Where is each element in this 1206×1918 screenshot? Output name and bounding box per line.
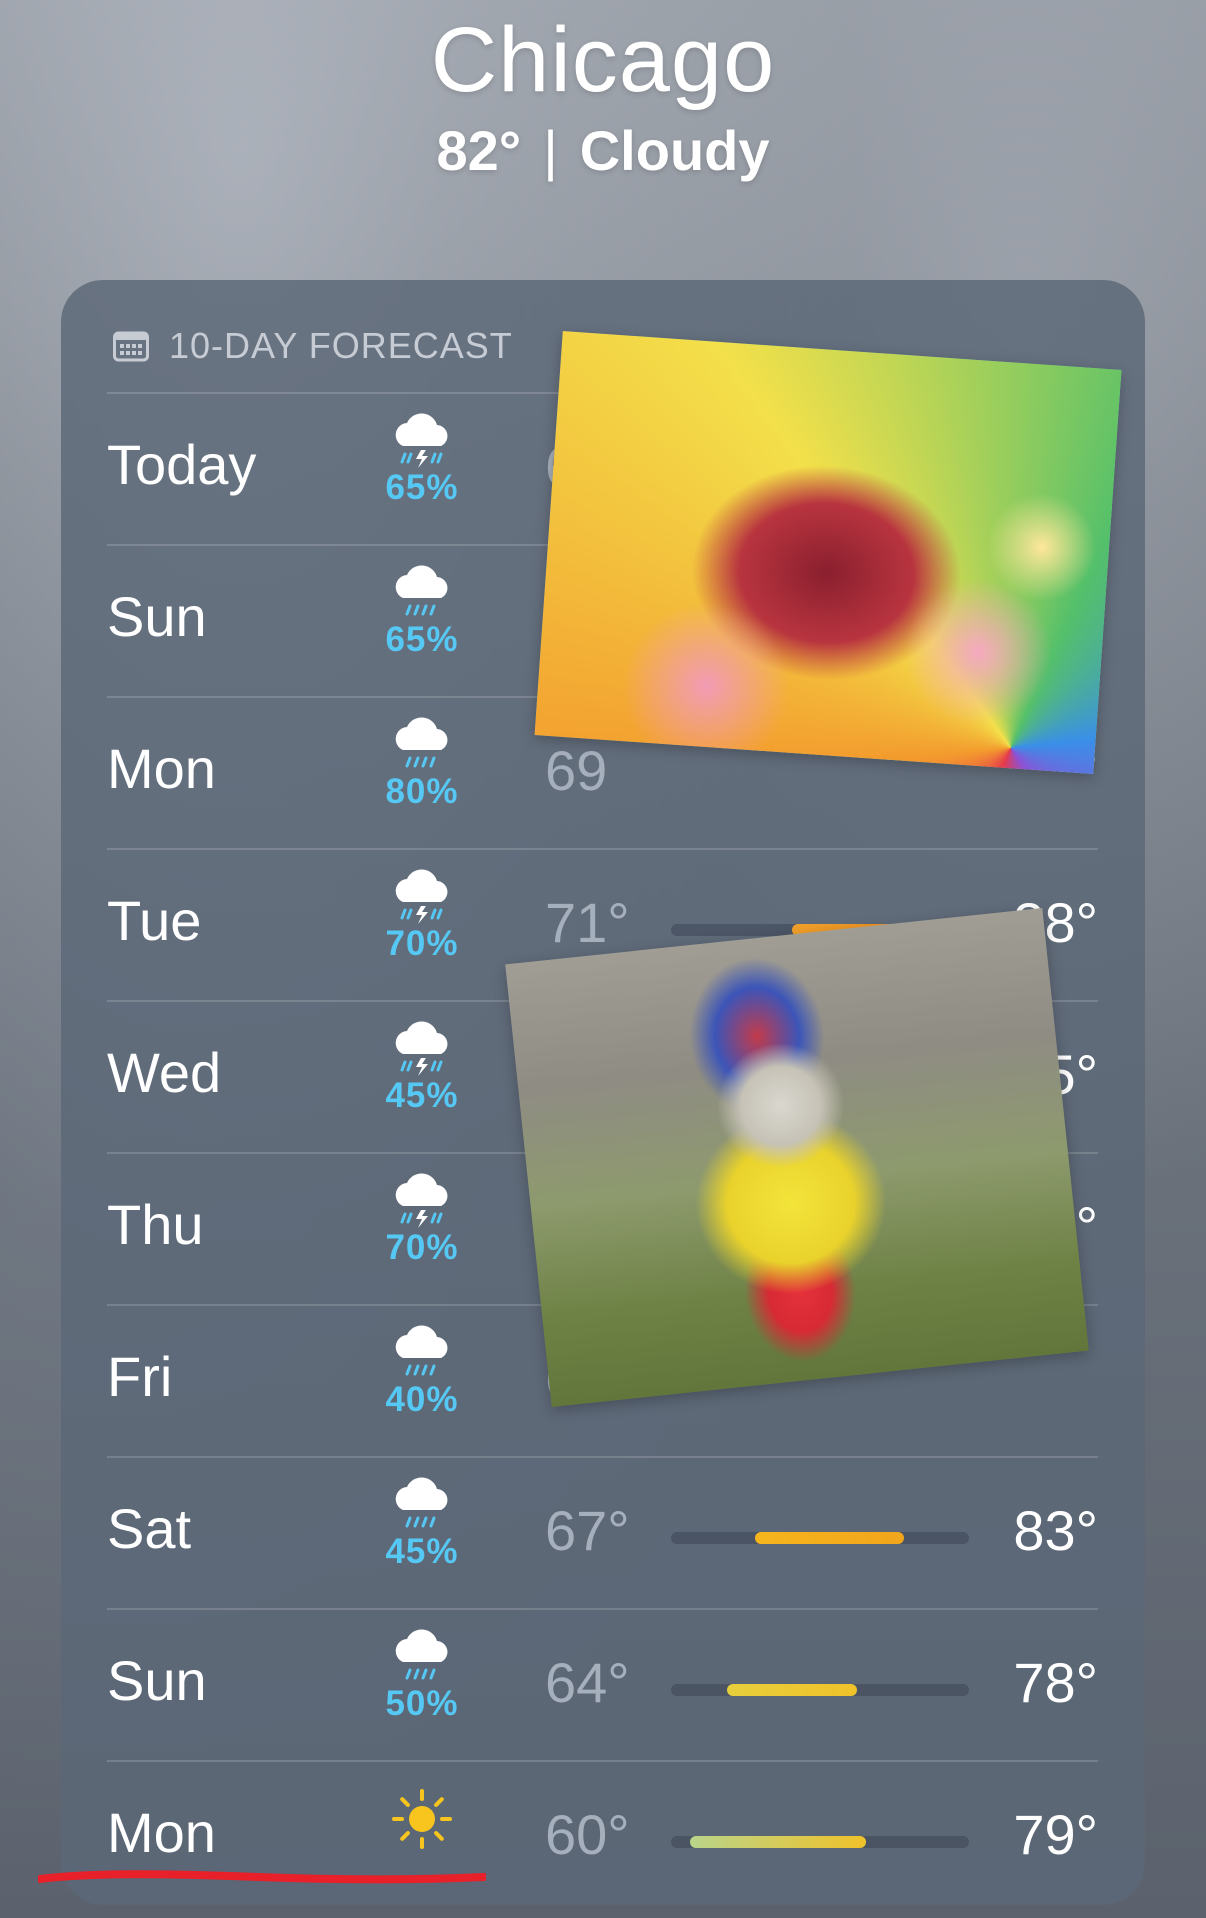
forecast-row[interactable]: Sat 45% 67° 83°	[107, 1456, 1098, 1608]
thunderstorm-icon	[395, 869, 448, 924]
temperature-range-bar	[671, 1836, 969, 1848]
current-temperature: 82°	[436, 119, 522, 182]
low-temperature: 60°	[545, 1803, 630, 1866]
precipitation-chance: 70%	[385, 1228, 459, 1267]
separator: |	[543, 119, 558, 182]
precipitation-chance: 50%	[385, 1684, 459, 1723]
precipitation-chance: 45%	[385, 1532, 459, 1571]
forecast-day-label: Sun	[107, 585, 207, 648]
forecast-day-label: Sun	[107, 1649, 207, 1712]
weather-condition: 65%	[357, 412, 487, 508]
rain-icon	[395, 1325, 448, 1376]
thunderstorm-icon	[395, 1021, 448, 1076]
forecast-day-label: Thu	[107, 1193, 204, 1256]
forecast-row[interactable]: Sun 50% 64° 78°	[107, 1608, 1098, 1760]
red-underline-annotation	[38, 1870, 486, 1884]
weather-condition: 50%	[357, 1628, 487, 1724]
rain-icon	[395, 565, 448, 616]
high-temperature: °	[1075, 1195, 1098, 1258]
temperature-range-fill	[689, 1836, 867, 1848]
precipitation-chance: 45%	[385, 1076, 459, 1115]
forecast-day-label: Tue	[107, 889, 202, 952]
rain-icon	[395, 717, 448, 768]
thunderstorm-icon	[395, 413, 448, 468]
sun-icon	[392, 1789, 452, 1849]
high-temperature: 79°	[1013, 1803, 1098, 1866]
temperature-range-bar	[671, 1532, 969, 1544]
current-conditions: 82° | Cloudy	[0, 118, 1206, 183]
high-temperature: 83°	[1013, 1499, 1098, 1562]
precipitation-chance: 40%	[385, 1380, 459, 1419]
rain-icon	[395, 1629, 448, 1680]
forecast-day-label: Fri	[107, 1345, 173, 1408]
weather-condition: 45%	[357, 1020, 487, 1116]
forecast-day-label: Sat	[107, 1497, 192, 1560]
forecast-title: 10-DAY FORECAST	[169, 325, 513, 366]
weather-condition: 45%	[357, 1476, 487, 1572]
weather-condition	[357, 1784, 487, 1854]
thunderstorm-icon	[395, 1173, 448, 1228]
high-temperature: 78°	[1013, 1651, 1098, 1714]
forecast-day-label: Mon	[107, 737, 216, 800]
weather-condition: 65%	[357, 564, 487, 660]
precipitation-chance: 80%	[385, 772, 459, 811]
forecast-day-label: Mon	[107, 1801, 216, 1864]
low-temperature: 71°	[545, 891, 630, 954]
low-temperature: 64°	[545, 1651, 630, 1714]
city-name: Chicago	[430, 9, 776, 111]
dog-costume-sticker-icon	[505, 907, 1089, 1408]
precipitation-chance: 65%	[385, 468, 459, 507]
temperature-range-fill	[726, 1684, 858, 1696]
low-temperature: 67°	[545, 1499, 630, 1562]
precipitation-chance: 65%	[385, 620, 459, 659]
weather-condition: 40%	[357, 1324, 487, 1420]
temperature-range-bar	[671, 1684, 969, 1696]
forecast-panel-header: 10-DAY FORECAST	[113, 316, 513, 376]
rain-icon	[395, 1477, 448, 1528]
low-temperature: 69	[545, 739, 608, 802]
calendar-icon	[113, 331, 149, 362]
weather-condition: 80%	[357, 716, 487, 812]
temperature-range-fill	[754, 1532, 904, 1544]
precipitation-chance: 70%	[385, 924, 459, 963]
forecast-day-label: Today	[107, 433, 257, 496]
forecast-day-label: Wed	[107, 1041, 222, 1104]
dolphin-rainbow-sticker-icon	[534, 330, 1122, 775]
current-condition: Cloudy	[579, 119, 770, 182]
weather-condition: 70%	[357, 1172, 487, 1268]
weather-condition: 70%	[357, 868, 487, 964]
